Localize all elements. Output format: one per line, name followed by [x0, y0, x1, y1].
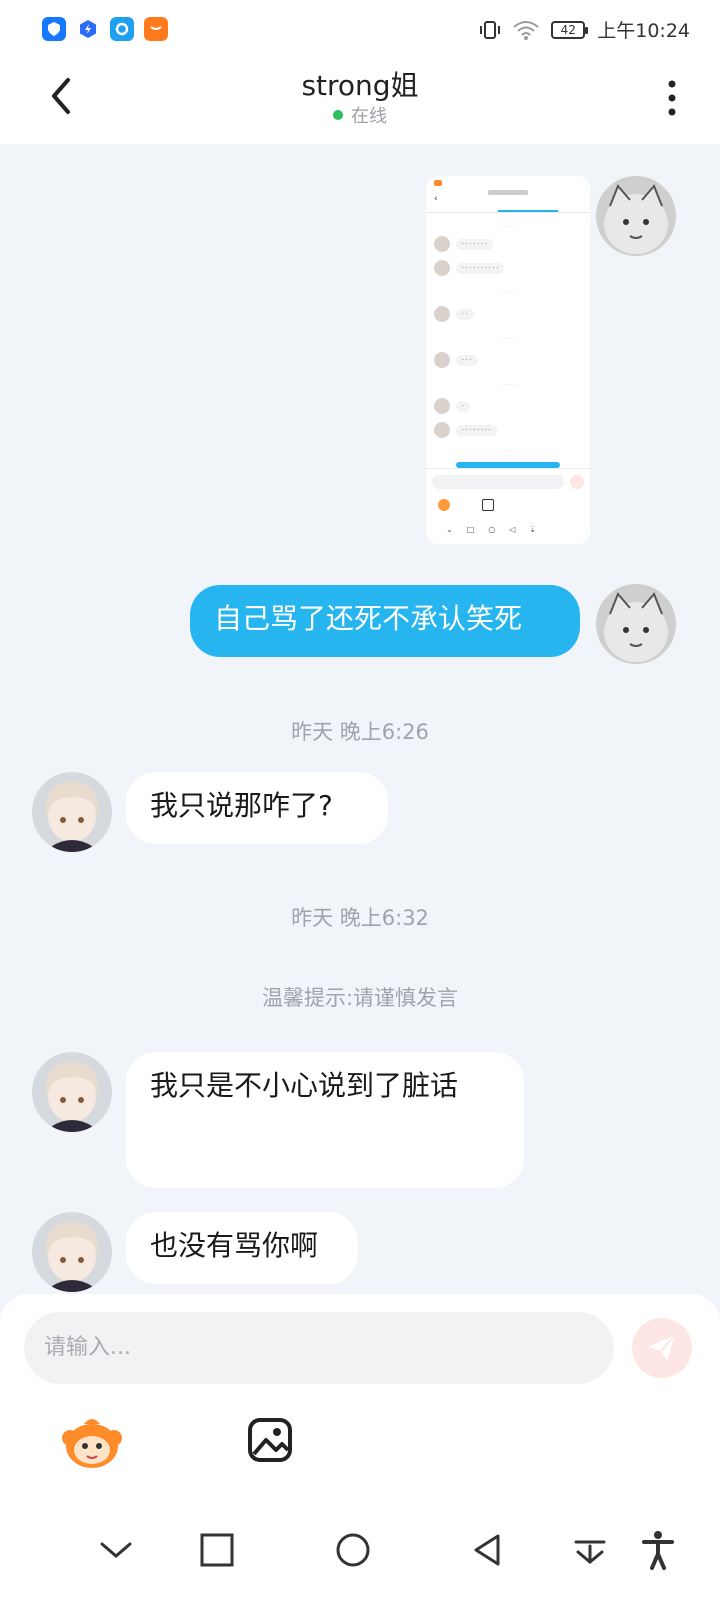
message-input[interactable]: 请输入... — [24, 1312, 614, 1384]
my-avatar[interactable] — [596, 176, 676, 256]
image-icon — [248, 1418, 292, 1462]
back-triangle-icon[interactable] — [466, 1528, 510, 1572]
app-taobao-icon — [144, 17, 168, 41]
battery-icon: 42 — [551, 20, 589, 39]
online-status-label: 在线 — [351, 106, 387, 127]
wifi-icon — [513, 20, 539, 40]
accessibility-icon[interactable] — [636, 1528, 680, 1572]
online-status: 在线 — [0, 102, 720, 128]
home-icon[interactable] — [331, 1528, 375, 1572]
contact-avatar[interactable] — [32, 1052, 112, 1132]
contact-name: strong姐 — [301, 69, 419, 102]
send-icon — [648, 1334, 676, 1361]
online-dot-icon — [333, 110, 343, 120]
status-indicators: 42 上午10:24 — [479, 16, 690, 43]
timestamp: 昨天 晚上6:32 — [291, 906, 429, 930]
warning-tip: 温馨提示:请谨慎发言 — [261, 986, 459, 1010]
recent-apps-icon[interactable] — [195, 1528, 239, 1572]
contact-message-bubble[interactable]: 我只说那咋了? — [126, 772, 388, 844]
contact-avatar[interactable] — [32, 1212, 112, 1292]
status-bar: 42 上午10:24 — [0, 0, 720, 56]
mascot-emoji-icon — [62, 1419, 122, 1468]
chevron-down-icon[interactable] — [94, 1528, 138, 1572]
image-picker-button[interactable] — [246, 1416, 294, 1464]
clock: 上午10:24 — [597, 20, 690, 42]
contact-avatar[interactable] — [32, 772, 112, 852]
contact-message-bubble[interactable]: 我只是不小心说到了脏话 — [126, 1052, 524, 1188]
app-bolt-icon — [76, 17, 100, 41]
contact-message-bubble[interactable]: 也没有骂你啊 — [126, 1212, 358, 1284]
thumb-header: ‹ — [426, 176, 590, 213]
message-list[interactable]: ‹ · · · · · · · · · · · · · · · · · · · … — [0, 144, 720, 1294]
battery-level: 42 — [560, 22, 576, 37]
chat-header: strong姐 在线 — [0, 56, 720, 144]
emoji-button[interactable] — [60, 1412, 124, 1472]
my-message-bubble[interactable]: 自己骂了还死不承认笑死 — [190, 585, 580, 657]
pull-down-icon[interactable] — [568, 1528, 612, 1572]
more-options-icon[interactable] — [664, 78, 680, 118]
notification-icons — [42, 17, 168, 41]
vibrate-icon — [480, 20, 501, 39]
timestamp: 昨天 晚上6:26 — [291, 720, 429, 744]
image-message[interactable]: ‹ · · · · · · · · · · · · · · · · · · · … — [426, 176, 590, 544]
app-shield-icon — [42, 17, 66, 41]
send-button[interactable] — [632, 1318, 692, 1378]
my-avatar[interactable] — [596, 584, 676, 664]
system-nav-bar — [0, 1510, 720, 1600]
app-search-icon — [110, 17, 134, 41]
